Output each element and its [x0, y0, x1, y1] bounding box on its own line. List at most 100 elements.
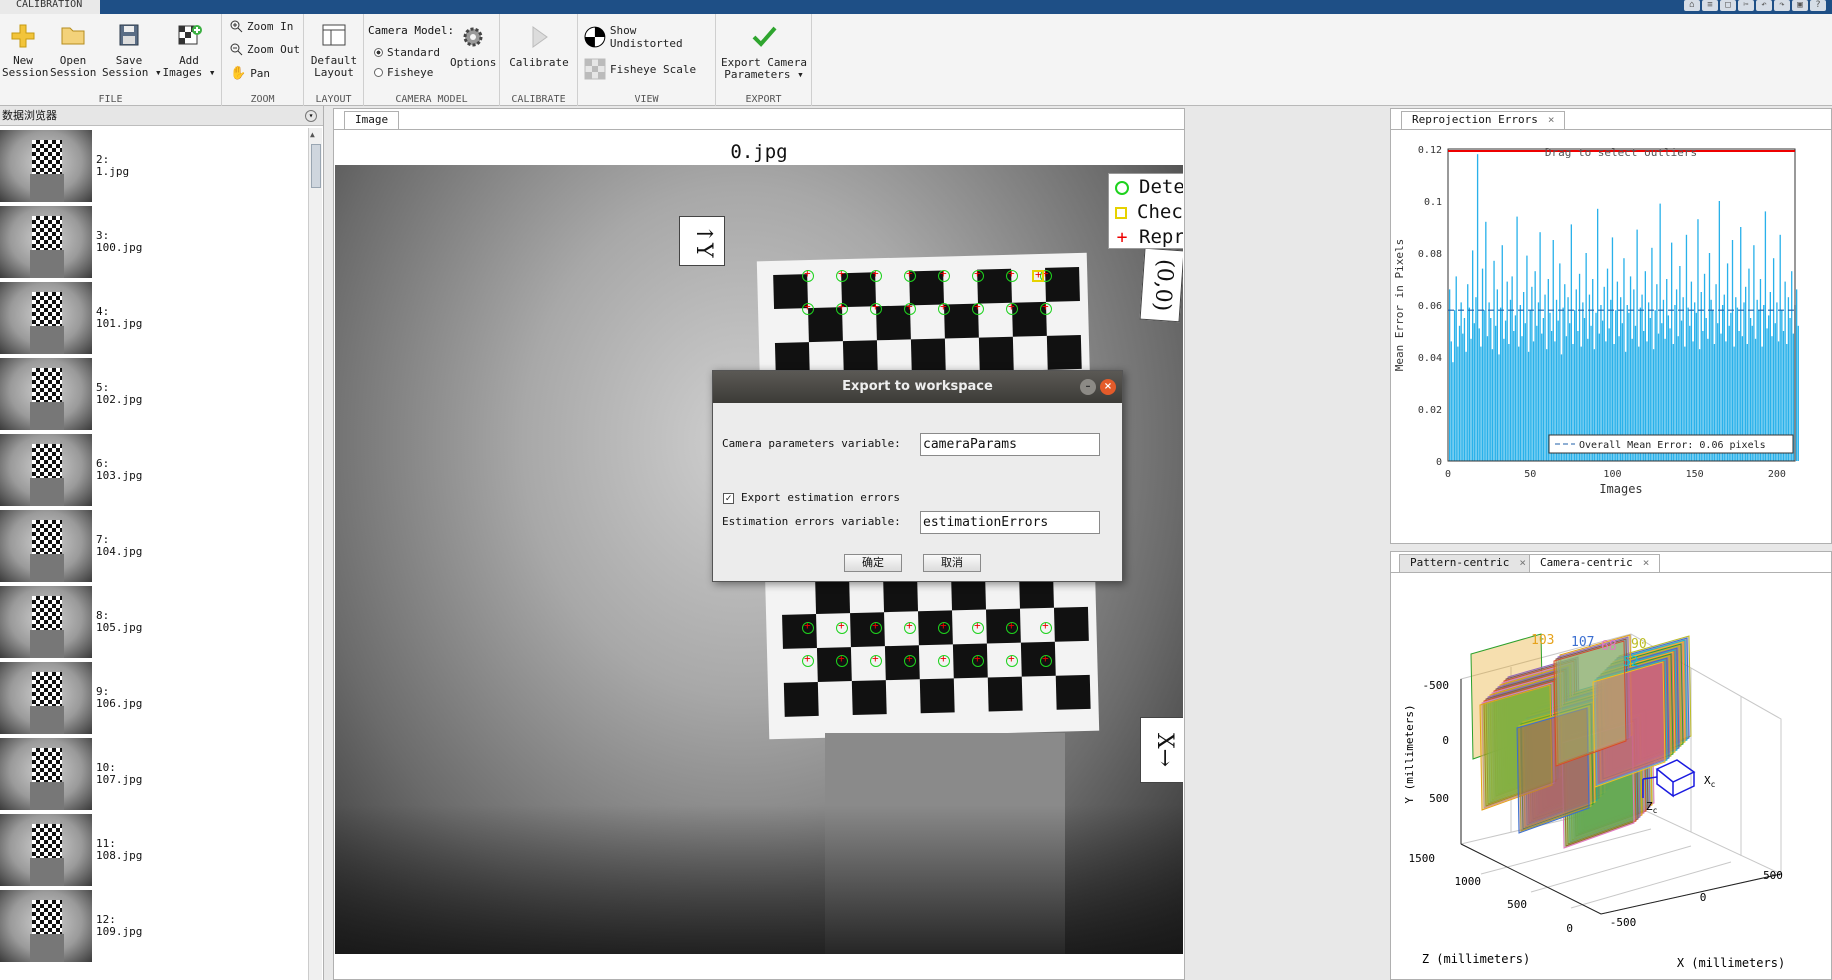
error-bar[interactable] [1644, 271, 1647, 461]
error-bar[interactable] [1552, 240, 1554, 461]
reprojection-bar-chart[interactable]: 0 0.02 0.04 0.06 0.08 0.1 0.12 0 50 100 150 200 Dr… [1391, 131, 1831, 543]
error-bar[interactable] [1486, 336, 1489, 461]
window-control-icon[interactable]: ⌂ [1684, 0, 1700, 11]
error-bar[interactable] [1585, 253, 1587, 461]
zoom-out-button[interactable]: Zoom Out [230, 43, 300, 56]
error-bar[interactable] [1508, 344, 1510, 461]
error-bar[interactable] [1493, 260, 1495, 461]
error-bar[interactable] [1784, 281, 1786, 461]
error-bar[interactable] [1731, 240, 1734, 461]
error-bar[interactable] [1501, 245, 1503, 461]
error-bar[interactable] [1460, 302, 1462, 461]
error-bar[interactable] [1772, 258, 1775, 461]
error-bar[interactable] [1703, 273, 1706, 461]
error-bar[interactable] [1578, 273, 1581, 461]
window-control-icon[interactable]: □ [1720, 0, 1736, 11]
error-bar[interactable] [1513, 331, 1515, 461]
extrinsics-3d-plot[interactable]: 103 107 68 90 52 Xc Zc -500 0 500 Y (millime… [1391, 574, 1831, 979]
window-control-icon[interactable]: ? [1810, 0, 1826, 11]
error-bar[interactable] [1455, 276, 1457, 461]
error-bar[interactable] [1795, 289, 1798, 461]
window-control-icon[interactable]: ↷ [1774, 0, 1790, 11]
thumbnail-image[interactable] [0, 890, 92, 962]
window-control-icon[interactable]: ✂ [1738, 0, 1754, 11]
thumbnail-image[interactable] [0, 358, 92, 430]
error-bar[interactable] [1498, 354, 1500, 461]
error-bar[interactable] [1480, 346, 1482, 461]
error-bar[interactable] [1495, 325, 1497, 461]
error-bar[interactable] [1504, 320, 1507, 461]
error-bar[interactable] [1468, 307, 1471, 461]
error-bar[interactable] [1547, 279, 1549, 461]
error-bar[interactable] [1759, 279, 1762, 461]
error-bar[interactable] [1475, 297, 1477, 461]
error-bar[interactable] [1623, 258, 1625, 461]
error-bar[interactable] [1537, 302, 1540, 461]
error-bar[interactable] [1534, 271, 1536, 461]
window-control-icon[interactable]: ↶ [1756, 0, 1772, 11]
error-bar[interactable] [1526, 255, 1528, 461]
error-bar[interactable] [1536, 325, 1538, 461]
error-bar[interactable] [1458, 325, 1461, 461]
close-tab-icon[interactable]: × [1519, 556, 1526, 569]
error-bar[interactable] [1666, 279, 1668, 461]
error-bar[interactable] [1457, 346, 1459, 461]
default-layout-button[interactable]: Default Layout [308, 22, 360, 79]
fisheye-scale-button[interactable]: Fisheye Scale [584, 58, 696, 80]
error-bar[interactable] [1616, 281, 1619, 461]
error-bar[interactable] [1527, 351, 1530, 461]
error-bar[interactable] [1518, 346, 1520, 461]
error-bar[interactable] [1570, 224, 1572, 461]
thumbnail-image[interactable] [0, 510, 92, 582]
error-bar[interactable] [1690, 281, 1693, 461]
error-bar[interactable] [1708, 253, 1711, 461]
error-bar[interactable] [1679, 266, 1681, 461]
error-bar[interactable] [1636, 229, 1638, 461]
save-session-button[interactable]: Save Session ▾ [102, 22, 162, 79]
error-bar[interactable] [1531, 286, 1533, 461]
error-bar[interactable] [1726, 263, 1729, 461]
thumbnail-image[interactable] [0, 586, 92, 658]
error-bar[interactable] [1506, 281, 1508, 461]
error-bar[interactable] [1470, 338, 1472, 461]
error-bar[interactable] [1472, 250, 1474, 461]
close-tab-icon[interactable]: × [1643, 556, 1650, 569]
fisheye-radio[interactable]: Fisheye [374, 66, 433, 79]
standard-radio[interactable]: Standard [374, 46, 440, 59]
error-bar[interactable] [1797, 325, 1799, 461]
thumbnail-image[interactable] [0, 206, 92, 278]
export-errors-checkbox[interactable]: ✓ [723, 493, 734, 504]
error-bar[interactable] [1542, 318, 1545, 461]
error-bar[interactable] [1539, 232, 1541, 461]
close-icon[interactable]: × [1100, 379, 1116, 395]
error-bar[interactable] [1671, 242, 1673, 461]
open-session-button[interactable]: Open Session [50, 22, 96, 79]
error-bar[interactable] [1559, 263, 1561, 461]
error-bar[interactable] [1465, 351, 1467, 461]
calibrate-button[interactable]: Calibrate [508, 24, 570, 69]
error-bar[interactable] [1450, 341, 1452, 461]
error-bar[interactable] [1546, 349, 1548, 461]
tab-reprojection-errors[interactable]: Reprojection Errors × [1401, 111, 1566, 129]
error-bar[interactable] [1490, 318, 1492, 461]
camera-params-input[interactable]: cameraParams [920, 433, 1100, 456]
error-bar[interactable] [1740, 227, 1742, 461]
tab-image[interactable]: Image [344, 111, 400, 129]
error-bar[interactable] [1656, 284, 1658, 461]
error-bar[interactable] [1462, 333, 1464, 461]
thumbnail-image[interactable] [0, 814, 92, 886]
error-bar[interactable] [1448, 289, 1451, 461]
tab-pattern-centric[interactable]: Pattern-centric × [1399, 554, 1537, 572]
scrollbar[interactable]: ▲ [308, 128, 322, 980]
error-bar[interactable] [1516, 216, 1518, 461]
error-bar[interactable] [1764, 211, 1767, 461]
add-images-button[interactable]: Add Images ▾ [162, 22, 216, 79]
new-session-button[interactable]: New Session [2, 22, 48, 79]
app-tab[interactable]: CALIBRATION [0, 0, 100, 14]
error-bar[interactable] [1529, 310, 1531, 461]
close-tab-icon[interactable]: × [1548, 113, 1555, 126]
thumbnail-image[interactable] [0, 662, 92, 734]
minimize-icon[interactable]: – [1080, 379, 1096, 395]
error-bar[interactable] [1592, 279, 1594, 461]
thumbnail-image[interactable] [0, 130, 92, 202]
